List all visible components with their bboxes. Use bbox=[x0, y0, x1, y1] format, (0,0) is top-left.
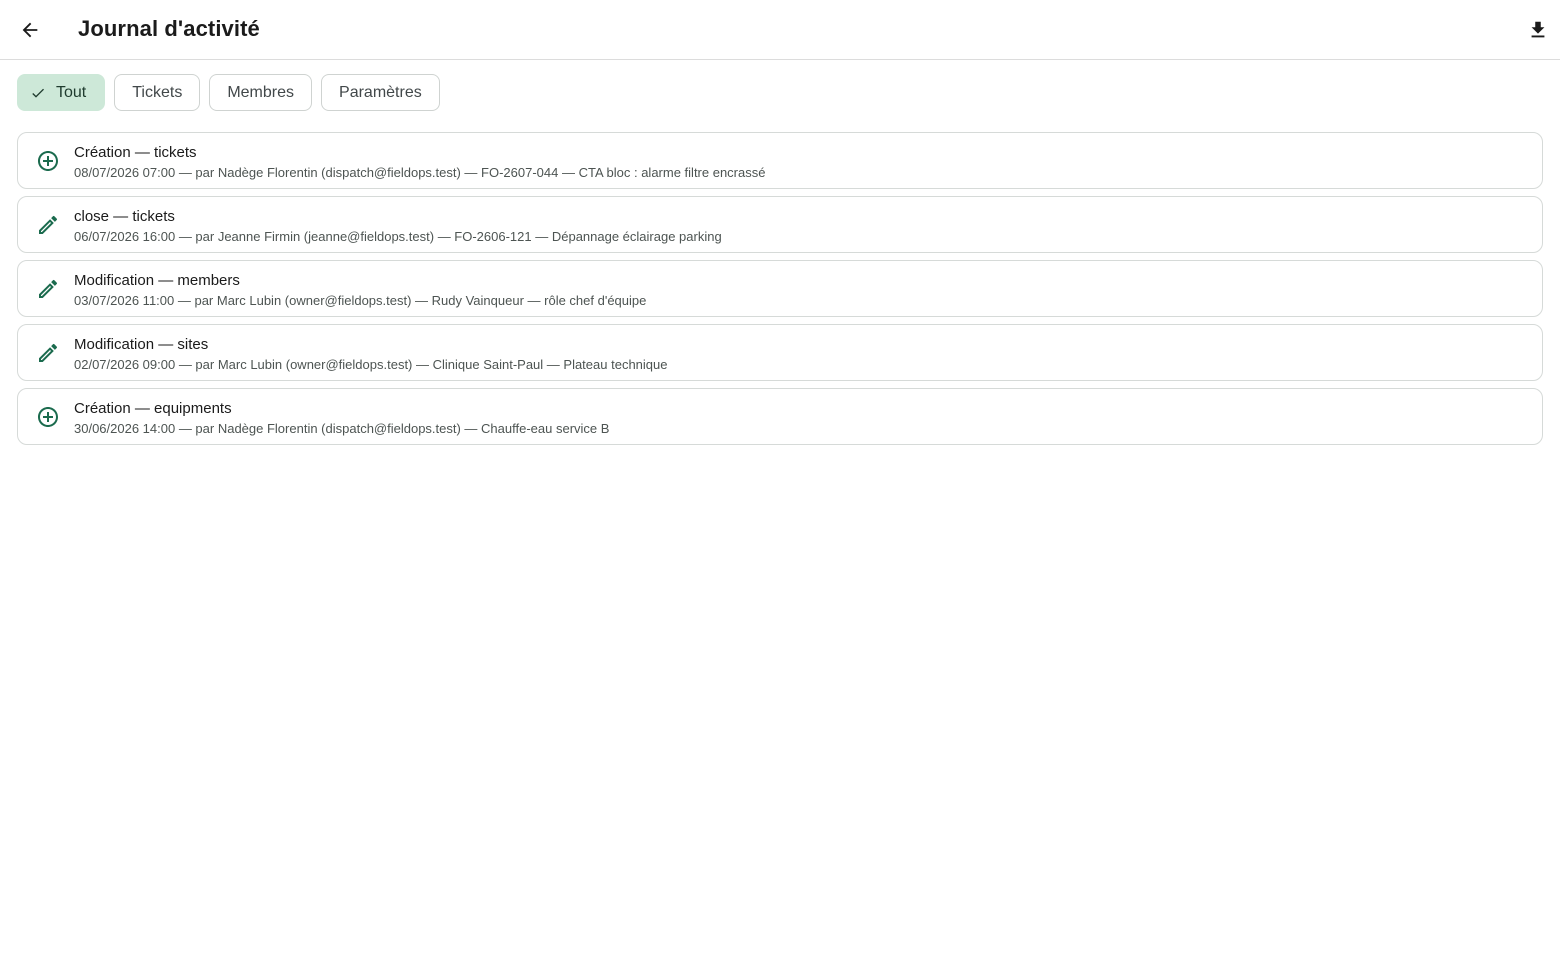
top-app-bar: Journal d'activité bbox=[0, 0, 1560, 60]
entry-title: Création — tickets bbox=[74, 144, 197, 161]
pencil-icon bbox=[36, 341, 60, 365]
entry-title: Modification — members bbox=[74, 272, 240, 289]
activity-list: Création — tickets 08/07/2026 07:00 — pa… bbox=[17, 132, 1543, 445]
chip-label: Tout bbox=[56, 83, 87, 101]
chip-membres[interactable]: Membres bbox=[209, 74, 313, 111]
add-circle-icon bbox=[36, 405, 60, 429]
add-circle-icon bbox=[36, 149, 60, 173]
pencil-icon bbox=[36, 213, 60, 237]
download-icon bbox=[1531, 21, 1545, 38]
arrow-left-icon bbox=[22, 22, 38, 38]
chip-label: Tickets bbox=[132, 83, 183, 101]
entry-title: close — tickets bbox=[74, 208, 175, 225]
chip-label: Membres bbox=[227, 83, 295, 101]
download-button[interactable] bbox=[1522, 14, 1554, 46]
page-title: Journal d'activité bbox=[78, 16, 260, 41]
entry-subtitle: 30/06/2026 14:00 — par Nadège Florentin … bbox=[74, 421, 610, 436]
chip-label: Paramètres bbox=[339, 83, 422, 101]
back-button[interactable] bbox=[14, 14, 46, 46]
entry-subtitle: 03/07/2026 11:00 — par Marc Lubin (owner… bbox=[74, 293, 647, 308]
check-icon bbox=[30, 85, 46, 101]
activity-entry[interactable]: close — tickets 06/07/2026 16:00 — par J… bbox=[17, 196, 1543, 253]
activity-entry[interactable]: Création — equipments 30/06/2026 14:00 —… bbox=[17, 388, 1543, 445]
entry-title: Création — equipments bbox=[74, 400, 232, 417]
chip-parametres[interactable]: Paramètres bbox=[321, 74, 440, 111]
entry-subtitle: 02/07/2026 09:00 — par Marc Lubin (owner… bbox=[74, 357, 668, 372]
filter-chips: Tout Tickets Membres Paramètres bbox=[17, 74, 440, 111]
activity-entry[interactable]: Création — tickets 08/07/2026 07:00 — pa… bbox=[17, 132, 1543, 189]
chip-tickets[interactable]: Tickets bbox=[114, 74, 201, 111]
entry-title: Modification — sites bbox=[74, 336, 209, 353]
pencil-icon bbox=[36, 277, 60, 301]
chip-tout[interactable]: Tout bbox=[17, 74, 106, 111]
entry-subtitle: 08/07/2026 07:00 — par Nadège Florentin … bbox=[74, 165, 766, 180]
activity-entry[interactable]: Modification — sites 02/07/2026 09:00 — … bbox=[17, 324, 1543, 381]
entry-subtitle: 06/07/2026 16:00 — par Jeanne Firmin (je… bbox=[74, 229, 722, 244]
activity-entry[interactable]: Modification — members 03/07/2026 11:00 … bbox=[17, 260, 1543, 317]
